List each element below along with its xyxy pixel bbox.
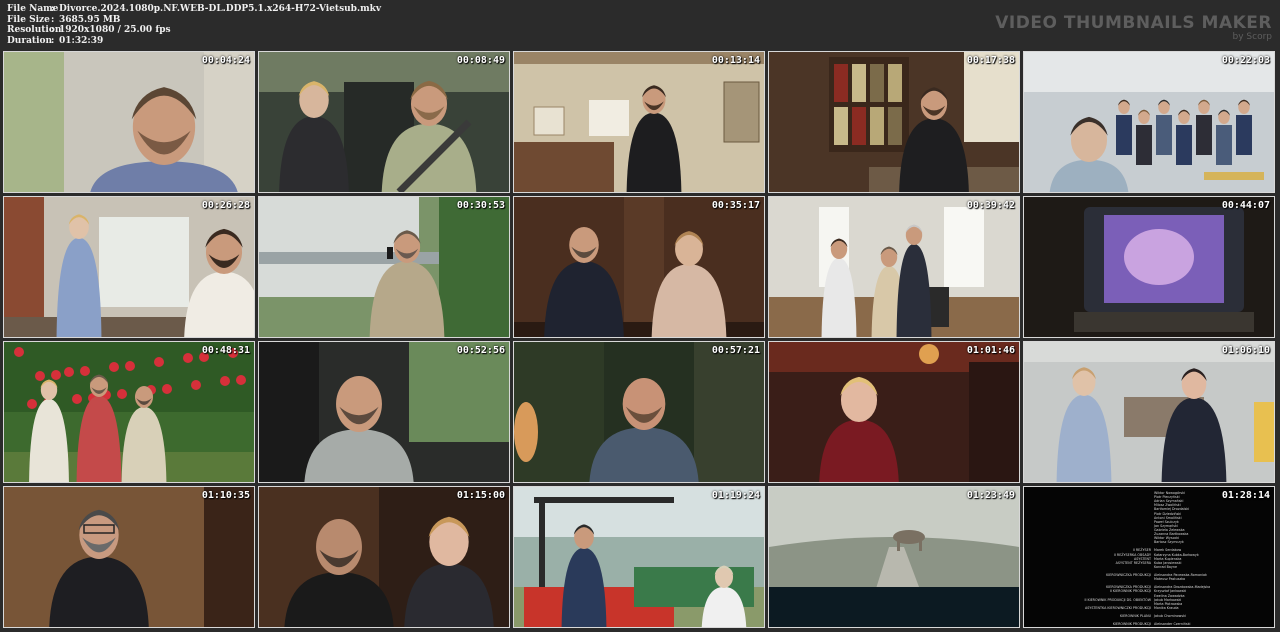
thumbnail-frame: 01:15:00 — [258, 486, 510, 628]
file-info-value: Divorce.2024.1080p.NF.WEB-DL.DDP5.1.x264… — [59, 4, 382, 14]
file-info-separator: : — [51, 14, 55, 25]
brand-title: VIDEO THUMBNAILS MAKER — [995, 13, 1272, 33]
file-info-row: File Name: Divorce.2024.1080p.NF.WEB-DL.D… — [7, 4, 381, 15]
thumbnail-image — [769, 52, 1019, 192]
timestamp-label: 01:15:00 — [456, 490, 505, 501]
timestamp-label: 01:19:24 — [711, 490, 760, 501]
thumbnail-image — [4, 52, 254, 192]
file-info-separator: : — [51, 4, 55, 14]
file-info-label: Resolution — [7, 25, 62, 35]
thumbnail-image — [514, 342, 764, 482]
thumbnail-image — [1024, 197, 1274, 337]
credit-name: Konrad Bayne — [1154, 564, 1177, 569]
credit-role: KIEROWNICZKA PRODUKCJI — [1106, 573, 1151, 577]
thumbnail-frame: 00:39:42 — [768, 196, 1020, 338]
timestamp-label: 00:04:24 — [201, 55, 250, 66]
thumbnail-image — [514, 52, 764, 192]
end-credits: Wiktor Nowogórski Piotr Pieczyński Adrian … — [1024, 487, 1274, 627]
thumbnail-frame: 01:10:35 — [3, 486, 255, 628]
thumbnail-frame: 00:08:49 — [258, 51, 510, 193]
timestamp-label: 00:08:49 — [456, 55, 505, 66]
file-info-row: Duration:01:32:39 — [7, 36, 381, 47]
credit-role: II KIEROWNIK PRODUKCJI DS. OBIEKTÓW — [1084, 597, 1151, 602]
thumbnail-frame: 00:44:07 — [1023, 196, 1275, 338]
thumbnail-frame: 00:30:53 — [258, 196, 510, 338]
thumbnail-image — [769, 197, 1019, 337]
credit-name: Jakub Chominowski — [1154, 614, 1186, 618]
file-info-panel: File Name: Divorce.2024.1080p.NF.WEB-DL.D… — [7, 4, 381, 46]
file-info-value: 3685.95 MB — [59, 14, 121, 25]
file-info-separator: : — [51, 35, 55, 46]
thumbnail-image — [259, 487, 509, 627]
timestamp-label: 01:28:14 — [1221, 490, 1270, 501]
thumbnail-image — [4, 487, 254, 627]
timestamp-label: 00:30:53 — [456, 200, 505, 211]
thumbnail-image — [1024, 342, 1274, 482]
thumbnail-image — [514, 487, 764, 627]
timestamp-label: 00:26:28 — [201, 200, 250, 211]
thumbnail-frame: 01:19:24 — [513, 486, 765, 628]
file-info-row: File Size:3685.95 MB — [7, 15, 381, 26]
timestamp-label: 00:13:14 — [711, 55, 760, 66]
timestamp-label: 01:23:49 — [966, 490, 1015, 501]
timestamp-label: 00:48:31 — [201, 345, 250, 356]
thumbnail-frame: 01:23:49 — [768, 486, 1020, 628]
file-info-row: Resolution:1920x1080 / 25.00 fps — [7, 25, 381, 36]
thumbnail-frame: 00:26:28 — [3, 196, 255, 338]
timestamp-label: 01:06:10 — [1221, 345, 1270, 356]
thumbnail-image — [769, 487, 1019, 627]
timestamp-label: 00:39:42 — [966, 200, 1015, 211]
file-info-label: File Size — [7, 14, 50, 25]
timestamp-label: 00:57:21 — [711, 345, 760, 356]
thumbnail-frame: 00:17:38 — [768, 51, 1020, 193]
timestamp-label: 00:22:03 — [1221, 55, 1270, 66]
timestamp-label: 00:44:07 — [1221, 200, 1270, 211]
file-info-value: 01:32:39 — [59, 35, 104, 46]
credit-name: Monika Krauda — [1154, 605, 1179, 610]
timestamp-label: 00:17:38 — [966, 55, 1015, 66]
timestamp-label: 00:52:56 — [456, 345, 505, 356]
thumbnail-frame: 00:48:31 — [3, 341, 255, 483]
credit-role: II KIEROWNIK PRODUKCJI — [1109, 589, 1151, 594]
thumbnail-image — [514, 197, 764, 337]
credit-name: Bartosz Szymczyk — [1154, 540, 1184, 545]
credit-name: Mateusz Pastuszka — [1154, 577, 1186, 582]
timestamp-label: 01:01:46 — [966, 345, 1015, 356]
thumbnail-image — [769, 342, 1019, 482]
thumbnail-frame: 00:57:21 — [513, 341, 765, 483]
thumbnail-image — [1024, 52, 1274, 192]
file-info-separator: : — [51, 25, 55, 35]
thumbnail-frame: 00:13:14 — [513, 51, 765, 193]
thumbnail-image — [4, 197, 254, 337]
thumbnail-image — [4, 342, 254, 482]
thumbnail-frame: Wiktor Nowogórski Piotr Pieczyński Adrian … — [1023, 486, 1275, 628]
thumbnail-frame: 00:22:03 — [1023, 51, 1275, 193]
credit-role: ASYSTENTKA KIEROWNICZKI PRODUKCJI — [1084, 605, 1151, 610]
thumbnail-frame: 00:52:56 — [258, 341, 510, 483]
thumbnail-image — [259, 197, 509, 337]
thumbnail-grid: 00:04:24 00:08:49 00:13:14 00:17:38 00:22:03… — [3, 51, 1275, 628]
timestamp-label: 01:10:35 — [201, 490, 250, 501]
file-info-label: Duration — [7, 35, 53, 46]
credit-role: ASYSTENT REŻYSERA — [1115, 560, 1151, 565]
file-info-label: File Name — [7, 4, 59, 14]
thumbnail-frame: 01:06:10 — [1023, 341, 1275, 483]
file-info-value: 1920x1080 / 25.00 fps — [59, 25, 171, 35]
brand-subtitle: by Scorp — [1232, 32, 1272, 42]
brand-watermark: VIDEO THUMBNAILS MAKER by Scorp — [995, 14, 1272, 42]
credit-role: KIEROWNIK PLANU — [1119, 614, 1151, 618]
timestamp-label: 00:35:17 — [711, 200, 760, 211]
thumbnail-frame: 01:01:46 — [768, 341, 1020, 483]
thumbnail-frame: 00:04:24 — [3, 51, 255, 193]
thumbnail-image — [259, 342, 509, 482]
thumbnail-image — [259, 52, 509, 192]
credit-name: Aleksander Czerniński — [1154, 622, 1191, 627]
credit-role: KIEROWNIK PRODUKCJI — [1112, 622, 1151, 627]
thumbnail-frame: 00:35:17 — [513, 196, 765, 338]
